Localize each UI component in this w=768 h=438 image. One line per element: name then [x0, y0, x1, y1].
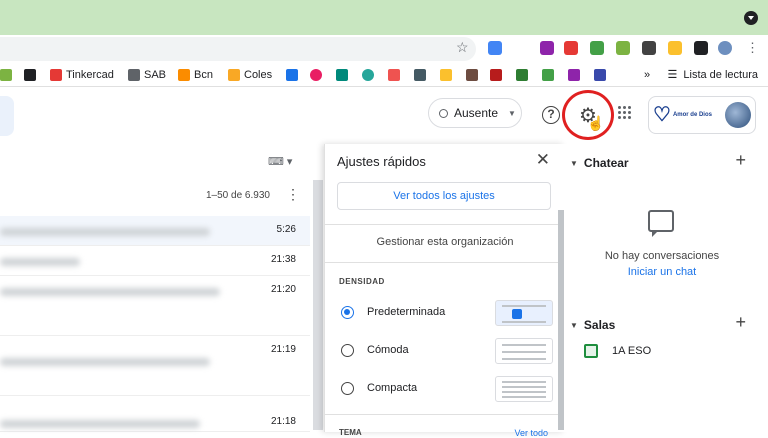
table-row[interactable]: 5:26 — [0, 216, 310, 246]
bookmark-item[interactable] — [24, 68, 36, 82]
bookmark-item[interactable] — [516, 68, 528, 82]
bookmark-tinkercad[interactable]: Tinkercad — [50, 68, 114, 82]
manage-org-link[interactable]: Gestionar esta organización — [325, 236, 565, 248]
chat-section-header[interactable]: ▼ Chatear — [570, 156, 629, 170]
bookmark-item[interactable] — [568, 68, 580, 82]
density-option-default[interactable]: Predeterminada — [339, 298, 553, 326]
bookmark-item[interactable] — [310, 68, 322, 82]
see-all-settings-button[interactable]: Ver todos los ajustes — [337, 182, 551, 210]
divider — [325, 262, 565, 263]
new-room-plus-icon[interactable]: + — [735, 312, 746, 333]
puzzle-icon[interactable] — [694, 41, 708, 55]
pagination: 1–50 de 6.930 — [206, 190, 270, 201]
table-row[interactable]: 21:20 — [0, 276, 310, 336]
extension-icon[interactable] — [616, 41, 630, 55]
new-chat-plus-icon[interactable]: + — [735, 150, 746, 171]
radio-button[interactable] — [341, 382, 354, 395]
quick-settings-panel: Ajustes rápidos ✕ Ver todos los ajustes … — [324, 144, 565, 438]
search-bar[interactable] — [0, 96, 14, 136]
table-row[interactable]: 21:18 — [0, 408, 310, 432]
address-bar[interactable] — [0, 37, 476, 61]
theme-see-all-link[interactable]: Ver todo — [514, 428, 548, 438]
radio-button[interactable] — [341, 344, 354, 357]
gmail-app: Ausente ▼ ? ⚙ ☝ ♡ Amor de Dios ⌨ ▾ 1–50 … — [0, 88, 768, 438]
mail-list-scrollbar[interactable] — [313, 180, 323, 430]
chat-bubble-icon — [648, 210, 674, 237]
help-icon[interactable]: ? — [542, 106, 560, 124]
density-option-comfortable[interactable]: Cómoda — [339, 336, 553, 364]
bookmarks-bar: Tinkercad SAB Bcn Coles » ☰ Lista de lec… — [0, 63, 768, 87]
reading-list-icon: ☰ — [667, 69, 678, 81]
density-preview-compact — [495, 376, 553, 402]
bookmark-item[interactable] — [286, 68, 298, 82]
no-conversations-text: No hay conversaciones — [604, 250, 720, 262]
bookmark-item[interactable] — [362, 68, 374, 82]
extension-icon[interactable] — [642, 41, 656, 55]
apps-grid-icon[interactable] — [618, 106, 632, 120]
bookmark-item[interactable] — [414, 68, 426, 82]
bookmark-item[interactable] — [388, 68, 400, 82]
profile-menu-icon[interactable] — [744, 11, 758, 25]
room-item[interactable]: 1A ESO — [584, 344, 651, 358]
collapse-triangle-icon: ▼ — [570, 158, 578, 168]
keyboard-icon[interactable]: ⌨ ▾ — [268, 155, 292, 168]
chevron-down-icon: ▼ — [508, 108, 516, 118]
more-bookmarks-button[interactable]: » — [644, 68, 650, 82]
density-heading: DENSIDAD — [339, 277, 385, 286]
room-icon — [584, 344, 598, 358]
chat-column: ▼ Chatear + No hay conversaciones Inicia… — [564, 144, 768, 432]
radio-button[interactable] — [341, 306, 354, 319]
extension-icon[interactable] — [668, 41, 682, 55]
close-icon[interactable]: ✕ — [536, 150, 550, 170]
quick-settings-title: Ajustes rápidos — [337, 154, 426, 169]
hand-cursor-icon: ☝ — [587, 115, 605, 131]
rooms-section-header[interactable]: ▼ Salas — [570, 318, 615, 332]
address-row: ☆ ⋮ — [0, 35, 768, 63]
status-button[interactable]: Ausente ▼ — [428, 98, 522, 128]
extension-icon[interactable] — [540, 41, 554, 55]
density-preview-default — [495, 300, 553, 326]
density-option-compact[interactable]: Compacta — [339, 374, 553, 402]
table-row[interactable]: 21:19 — [0, 336, 310, 396]
bookmark-coles[interactable]: Coles — [228, 68, 272, 82]
bookmark-bcn[interactable]: Bcn — [178, 68, 213, 82]
density-preview-comfortable — [495, 338, 553, 364]
divider — [325, 414, 565, 415]
theme-heading: TEMA — [339, 428, 362, 437]
bookmark-item[interactable] — [440, 68, 452, 82]
bookmark-item[interactable] — [336, 68, 348, 82]
extension-icon[interactable] — [488, 41, 502, 55]
start-chat-link[interactable]: Iniciar un chat — [564, 266, 760, 278]
bookmark-item[interactable] — [0, 68, 12, 82]
browser-menu-icon[interactable]: ⋮ — [746, 40, 759, 56]
extension-icon[interactable] — [564, 41, 578, 55]
status-dot-icon — [439, 108, 448, 118]
org-logo: ♡ Amor de Dios — [653, 104, 712, 126]
mail-list: ⌨ ▾ 1–50 de 6.930 ⋮ 5:26 21:38 21:20 21:… — [0, 148, 312, 432]
bookmark-item[interactable] — [466, 68, 478, 82]
bookmark-sab[interactable]: SAB — [128, 68, 166, 82]
bookmark-item[interactable] — [594, 68, 606, 82]
heart-icon: ♡ — [653, 104, 671, 126]
account-button[interactable]: ♡ Amor de Dios — [648, 96, 756, 134]
bookmark-item[interactable] — [490, 68, 502, 82]
reading-list-button[interactable]: ☰ Lista de lectura — [667, 68, 758, 82]
divider — [325, 224, 565, 225]
table-row[interactable]: 21:38 — [0, 246, 310, 276]
bookmark-item[interactable] — [542, 68, 554, 82]
profile-avatar-icon[interactable] — [718, 41, 732, 55]
avatar[interactable] — [725, 102, 751, 128]
more-options-icon[interactable]: ⋮ — [286, 186, 300, 203]
settings-highlight-ring: ⚙ ☝ — [562, 90, 614, 140]
extension-icon[interactable] — [590, 41, 604, 55]
window-title-bar — [0, 0, 768, 35]
bookmark-star-icon[interactable]: ☆ — [456, 39, 469, 56]
collapse-triangle-icon: ▼ — [570, 320, 578, 330]
